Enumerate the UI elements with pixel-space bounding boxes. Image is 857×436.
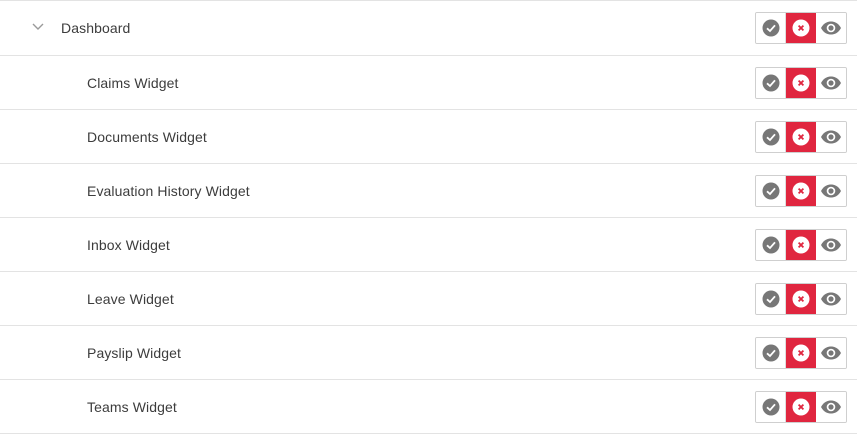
view-button[interactable] <box>816 337 846 368</box>
tree-row-leave-widget: Leave Widget <box>0 272 857 326</box>
view-button[interactable] <box>816 229 846 260</box>
tree-row-teams-widget: Teams Widget <box>0 380 857 434</box>
permission-toggle-group <box>755 12 847 44</box>
close-circle-icon <box>792 236 810 253</box>
eye-icon <box>821 130 841 143</box>
tree-row-label: Dashboard <box>61 20 131 36</box>
eye-icon <box>821 21 841 35</box>
view-button[interactable] <box>816 67 846 98</box>
deny-button[interactable] <box>786 391 816 422</box>
deny-button[interactable] <box>786 67 816 98</box>
check-circle-icon <box>762 182 779 199</box>
permission-toggle-group <box>755 390 847 423</box>
tree-row-payslip-widget: Payslip Widget <box>0 326 857 380</box>
tree-row-label: Documents Widget <box>87 128 207 145</box>
eye-icon <box>821 400 841 413</box>
tree-row-label: Teams Widget <box>87 398 177 415</box>
allow-button[interactable] <box>756 13 786 43</box>
permission-toggle-group <box>755 120 847 153</box>
close-circle-icon <box>792 128 810 145</box>
tree-row-label: Claims Widget <box>87 74 179 91</box>
tree-row-label: Leave Widget <box>87 290 174 307</box>
view-button[interactable] <box>816 391 846 422</box>
tree-row-documents-widget: Documents Widget <box>0 110 857 164</box>
deny-button[interactable] <box>786 121 816 152</box>
eye-icon <box>821 292 841 305</box>
close-circle-icon <box>792 398 810 415</box>
tree-row-dashboard: Dashboard <box>0 1 857 56</box>
tree-row-label: Payslip Widget <box>87 344 181 361</box>
tree-row-claims-widget: Claims Widget <box>0 56 857 110</box>
allow-button[interactable] <box>756 391 786 422</box>
check-circle-icon <box>762 398 779 415</box>
deny-button[interactable] <box>786 337 816 368</box>
permission-toggle-group <box>755 174 847 207</box>
eye-icon <box>821 76 841 89</box>
permission-toggle-group <box>755 282 847 315</box>
permission-tree: Dashboard Claims Widget Documents Widget… <box>0 0 857 436</box>
allow-button[interactable] <box>756 67 786 98</box>
view-button[interactable] <box>816 13 846 43</box>
close-circle-icon <box>792 344 810 361</box>
tree-row-inbox-widget: Inbox Widget <box>0 218 857 272</box>
eye-icon <box>821 184 841 197</box>
tree-row-label: Evaluation History Widget <box>87 182 250 199</box>
close-circle-icon <box>792 74 810 91</box>
permission-toggle-group <box>755 228 847 261</box>
tree-row-evaluation-history-widget: Evaluation History Widget <box>0 164 857 218</box>
allow-button[interactable] <box>756 121 786 152</box>
check-circle-icon <box>762 19 779 37</box>
chevron-down-icon[interactable] <box>31 20 45 34</box>
view-button[interactable] <box>816 175 846 206</box>
allow-button[interactable] <box>756 337 786 368</box>
view-button[interactable] <box>816 283 846 314</box>
deny-button[interactable] <box>786 283 816 314</box>
check-circle-icon <box>762 128 779 145</box>
check-circle-icon <box>762 290 779 307</box>
permission-toggle-group <box>755 66 847 99</box>
deny-button[interactable] <box>786 175 816 206</box>
permission-toggle-group <box>755 336 847 369</box>
allow-button[interactable] <box>756 175 786 206</box>
eye-icon <box>821 346 841 359</box>
check-circle-icon <box>762 236 779 253</box>
close-circle-icon <box>792 19 810 37</box>
tree-row-label: Inbox Widget <box>87 236 170 253</box>
check-circle-icon <box>762 344 779 361</box>
check-circle-icon <box>762 74 779 91</box>
close-circle-icon <box>792 290 810 307</box>
allow-button[interactable] <box>756 229 786 260</box>
close-circle-icon <box>792 182 810 199</box>
allow-button[interactable] <box>756 283 786 314</box>
eye-icon <box>821 238 841 251</box>
deny-button[interactable] <box>786 229 816 260</box>
deny-button[interactable] <box>786 13 816 43</box>
view-button[interactable] <box>816 121 846 152</box>
